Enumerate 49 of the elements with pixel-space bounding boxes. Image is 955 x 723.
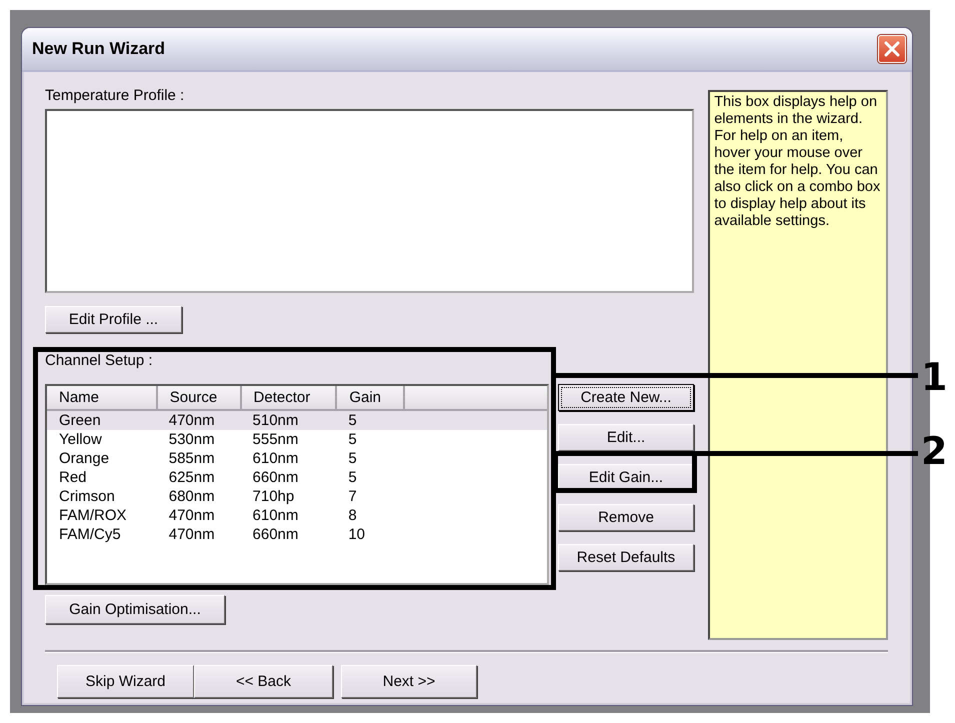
gain-optimisation-button[interactable]: Gain Optimisation... [45,595,225,624]
callout-number: 1 [921,358,948,396]
table-cell-text: 610nm [252,506,300,525]
reset-defaults-button[interactable]: Reset Defaults [558,544,694,571]
close-button[interactable] [878,35,906,63]
table-cell: 530nm [156,430,241,449]
edit-button[interactable]: Edit... [558,424,694,451]
table-cell-text: 7 [347,487,358,506]
section-label: Channel Setup : [45,351,154,370]
table-cell-text: 5 [347,449,358,468]
table-cell-text: 710hp [252,487,296,506]
table-cell-text: 8 [347,506,358,525]
table-cell-text: Crimson [58,487,116,506]
table-cell-text: 610nm [252,449,300,468]
table-cell-text: 625nm [168,468,216,487]
table-cell-text: 660nm [252,468,300,487]
create-new-button[interactable]: Create New... [558,384,694,411]
table-cell: 555nm [240,430,336,449]
table-cell-text: FAM/Cy5 [58,525,122,544]
table-cell-text: Orange [58,449,110,468]
column-header[interactable]: Name [47,386,157,410]
column-header[interactable]: Detector [240,386,336,410]
table-cell-text: FAM/ROX [58,506,128,525]
table-cell: 510nm [240,410,336,430]
edit-profile-button[interactable]: Edit Profile ... [45,306,182,333]
table-cell-text: 10 [347,525,366,544]
callout-number: 2 [921,432,948,470]
column-header[interactable]: Source [156,386,241,410]
remove-button[interactable]: Remove [558,504,694,531]
table-cell: 470nm [156,410,241,430]
table-cell-text: 680nm [168,487,216,506]
table-cell: Yellow [47,430,157,449]
next-button[interactable]: Next >> [341,665,477,698]
table-cell: 5 [336,410,404,430]
window-title: New Run Wizard [32,39,166,59]
table-cell: Green [47,410,157,430]
table-cell-text: Red [58,468,88,487]
table-cell-text: 5 [347,468,358,487]
field-label: Temperature Profile : [45,86,186,105]
close-icon [883,40,901,58]
skip-wizard-button[interactable]: Skip Wizard [57,665,194,698]
table-cell-text: 470nm [168,525,216,544]
column-header[interactable]: Gain [336,386,404,410]
table-cell: 5 [336,430,404,449]
help-text: This box displays help on elements in the wizard. For help on an item, hover your mouse over the item for help. You can also click on a combo box to display help about its available settings. [708,90,888,640]
table-cell-text: 585nm [168,449,216,468]
table-cell-text: 660nm [252,525,300,544]
table-cell-text: 470nm [168,506,216,525]
back-button[interactable]: << Back [194,665,333,698]
